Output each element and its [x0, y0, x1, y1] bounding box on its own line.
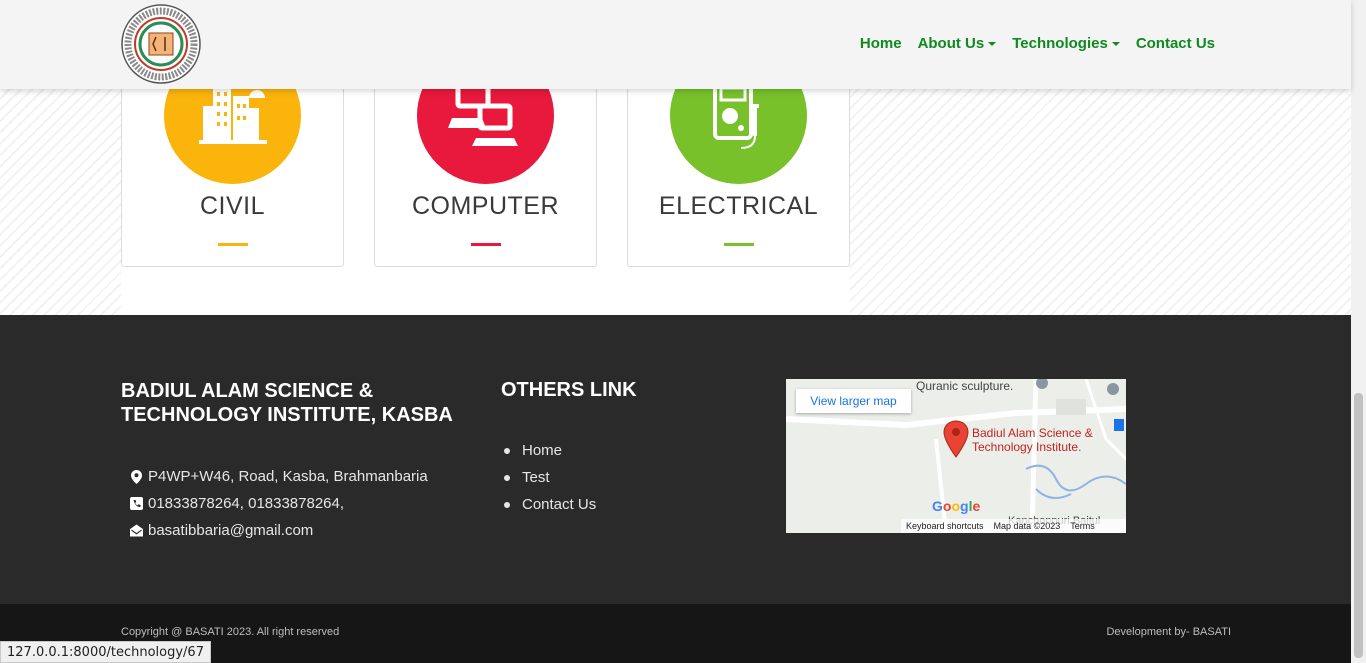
accent-bar: [218, 243, 248, 246]
view-larger-map-link[interactable]: View larger map: [796, 389, 911, 413]
email-text[interactable]: basatibbaria@gmail.com: [148, 522, 313, 539]
page-scrollbar[interactable]: [1351, 0, 1366, 663]
address-text: P4WP+W46, Road, Kasba, Brahmanbaria: [148, 468, 428, 485]
terms-link[interactable]: Terms: [1070, 521, 1095, 531]
bullet-icon: [504, 501, 510, 508]
email-row: basatibbaria@gmail.com: [130, 517, 428, 544]
bullet-icon: [504, 447, 510, 454]
copyright-text: Copyright @ BASATI 2023. All right reser…: [121, 626, 340, 638]
accent-bar: [471, 243, 501, 246]
map-footer: Keyboard shortcuts Map data ©2023 Terms: [901, 519, 1126, 533]
phone-row: 01833878264, 01833878264,: [130, 490, 428, 517]
nav-about-us[interactable]: About Us: [910, 35, 1005, 52]
footer-link-home[interactable]: Home: [501, 437, 596, 464]
nav-contact-us[interactable]: Contact Us: [1128, 35, 1223, 52]
tech-card-electrical[interactable]: ELECTRICAL: [627, 47, 850, 267]
map-poi-label: Quranic sculpture.: [916, 379, 1014, 393]
bullet-icon: [504, 474, 510, 481]
tech-card-label: COMPUTER: [411, 192, 560, 220]
link-status-bar: 127.0.0.1:8000/technology/67: [0, 641, 211, 663]
footer-link-contact-us[interactable]: Contact Us: [501, 491, 596, 518]
phone-icon: [130, 497, 143, 511]
institute-name: BADIUL ALAM SCIENCE & TECHNOLOGY INSTITU…: [121, 380, 453, 426]
chevron-down-icon: [1111, 41, 1120, 46]
tech-card-label: ELECTRICAL: [658, 192, 819, 220]
footer-link-test[interactable]: Test: [501, 464, 596, 491]
institute-logo[interactable]: [121, 4, 201, 84]
contact-info: P4WP+W46, Road, Kasba, Brahmanbaria 0183…: [130, 463, 428, 544]
nav-technologies-label: Technologies: [1012, 35, 1108, 52]
nav-technologies[interactable]: Technologies: [1004, 35, 1128, 52]
others-link-heading: OTHERS LINK: [501, 379, 637, 401]
address-row: P4WP+W46, Road, Kasba, Brahmanbaria: [130, 463, 428, 490]
tech-card-computer[interactable]: COMPUTER: [374, 47, 597, 267]
envelope-open-icon: [130, 524, 143, 538]
nav-home[interactable]: Home: [852, 35, 910, 52]
footer-links: Home Test Contact Us: [501, 437, 596, 518]
phone-text: 01833878264, 01833878264,: [148, 495, 345, 512]
footer-link-label: Test: [522, 469, 550, 486]
technologies-section: CIVIL COMPUTER ELECTRICAL: [0, 47, 1351, 315]
nav-contact-us-label: Contact Us: [1135, 35, 1215, 52]
footer-link-label: Contact Us: [522, 496, 597, 513]
nav-about-us-label: About Us: [917, 35, 985, 52]
map-place-label: Badiul Alam Science & Technology Institu…: [972, 426, 1093, 454]
chevron-down-icon: [988, 41, 997, 46]
embedded-map[interactable]: View larger map Quranic sculpture. Badiu…: [786, 379, 1126, 533]
technologies-panel: CIVIL COMPUTER ELECTRICAL: [121, 47, 850, 315]
nav-home-label: Home: [859, 35, 902, 52]
google-logo: Google: [932, 498, 981, 514]
footer-link-label: Home: [522, 442, 563, 459]
developer-credit: Development by- BASATI: [1106, 626, 1231, 638]
scrollbar-thumb[interactable]: [1354, 393, 1363, 658]
map-data-text: Map data ©2023: [993, 521, 1061, 531]
footer: BADIUL ALAM SCIENCE & TECHNOLOGY INSTITU…: [0, 315, 1351, 604]
tech-card-label: CIVIL: [199, 192, 266, 220]
tech-card-civil[interactable]: CIVIL: [121, 47, 344, 267]
main-nav: Home About Us Technologies Contact Us: [852, 35, 1223, 52]
map-marker-icon: [130, 469, 143, 484]
navbar: Home About Us Technologies Contact Us: [0, 0, 1351, 89]
keyboard-shortcuts-link[interactable]: Keyboard shortcuts: [906, 521, 984, 531]
accent-bar: [724, 243, 754, 246]
